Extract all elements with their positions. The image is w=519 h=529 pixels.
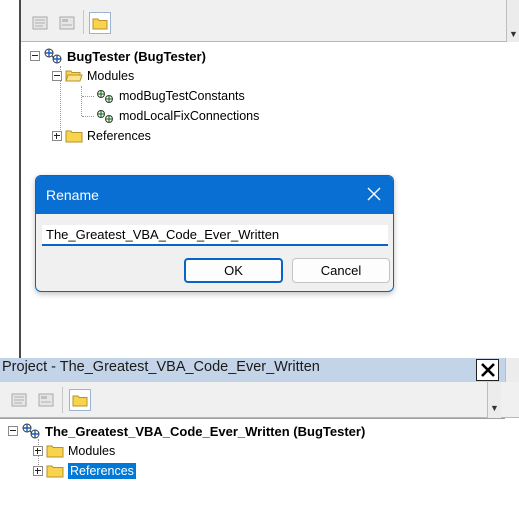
toolbar-separator <box>83 10 84 34</box>
tree-node-references[interactable]: References <box>52 126 151 146</box>
references-folder-label[interactable]: References <box>87 129 151 143</box>
folder-icon <box>72 395 88 406</box>
vba-project-icon <box>22 423 40 439</box>
expand-icon[interactable] <box>33 466 43 476</box>
collapse-icon[interactable] <box>30 51 40 61</box>
module-label[interactable]: modLocalFixConnections <box>119 109 259 123</box>
scroll-down-icon[interactable]: ▼ <box>490 404 499 413</box>
tree-connector <box>82 96 94 97</box>
expand-icon[interactable] <box>52 131 62 141</box>
module-label[interactable]: modBugTestConstants <box>119 89 245 103</box>
tree-node-module[interactable]: modLocalFixConnections <box>95 106 259 126</box>
bottom-scrollbar[interactable]: ▼ <box>487 382 501 418</box>
tree-node-modules[interactable]: Modules <box>52 66 134 86</box>
folder-icon <box>65 130 83 143</box>
modules-folder-label[interactable]: Modules <box>87 69 134 83</box>
tree-node-module[interactable]: modBugTestConstants <box>95 86 245 106</box>
view-code-icon <box>11 393 27 407</box>
close-icon[interactable] <box>365 185 383 203</box>
bottom-toolbar: ▼ <box>0 382 519 418</box>
folder-icon <box>46 465 64 478</box>
collapse-icon[interactable] <box>8 426 18 436</box>
tree-node-project[interactable]: BugTester (BugTester) <box>30 46 206 66</box>
modules-folder-label[interactable]: Modules <box>68 444 115 458</box>
pane-border <box>19 0 21 358</box>
close-button[interactable] <box>476 359 499 381</box>
top-toolbar: ▼ <box>21 0 519 42</box>
dialog-title: Rename <box>46 187 99 203</box>
tree-node-project[interactable]: The_Greatest_VBA_Code_Ever_Written (BugT… <box>8 421 365 441</box>
view-object-icon <box>38 393 54 407</box>
ok-button[interactable]: OK <box>184 258 283 283</box>
project-tree: The_Greatest_VBA_Code_Ever_Written (BugT… <box>0 418 505 529</box>
panel-title: Project - The_Greatest_VBA_Code_Ever_Wri… <box>2 359 320 375</box>
folder-icon <box>46 445 64 458</box>
tree-node-modules[interactable]: Modules <box>33 441 115 461</box>
project-label[interactable]: The_Greatest_VBA_Code_Ever_Written (BugT… <box>45 424 365 439</box>
module-icon <box>97 90 113 103</box>
scroll-down-icon[interactable]: ▼ <box>509 30 518 39</box>
open-folder-icon <box>65 70 83 82</box>
view-code-button[interactable] <box>29 12 51 34</box>
view-code-button[interactable] <box>8 389 30 411</box>
rename-dialog: Rename OK Cancel <box>35 175 394 292</box>
view-code-icon <box>32 16 48 30</box>
project-label[interactable]: BugTester (BugTester) <box>67 49 206 64</box>
view-object-button[interactable] <box>35 389 57 411</box>
cancel-button[interactable]: Cancel <box>292 258 390 283</box>
tree-connector <box>81 86 82 116</box>
dialog-titlebar[interactable]: Rename <box>36 176 393 214</box>
toggle-folders-button[interactable] <box>89 12 111 34</box>
expand-icon[interactable] <box>33 446 43 456</box>
folder-icon <box>92 18 108 29</box>
rename-input[interactable] <box>42 225 388 246</box>
close-icon <box>480 363 495 377</box>
top-scrollbar[interactable]: ▼ <box>506 0 519 42</box>
view-object-button[interactable] <box>56 12 78 34</box>
vba-project-icon <box>44 48 62 64</box>
bottom-project-explorer: Project - The_Greatest_VBA_Code_Ever_Wri… <box>0 358 519 529</box>
toolbar-separator <box>62 387 63 413</box>
scrollbar-track[interactable] <box>505 358 519 382</box>
collapse-icon[interactable] <box>52 71 62 81</box>
view-object-icon <box>59 16 75 30</box>
toggle-folders-button[interactable] <box>69 389 91 411</box>
tree-node-references[interactable]: References <box>33 461 136 481</box>
module-icon <box>97 110 113 123</box>
references-folder-label[interactable]: References <box>68 463 136 479</box>
panel-titlebar[interactable]: Project - The_Greatest_VBA_Code_Ever_Wri… <box>0 358 519 382</box>
tree-connector <box>82 116 94 117</box>
